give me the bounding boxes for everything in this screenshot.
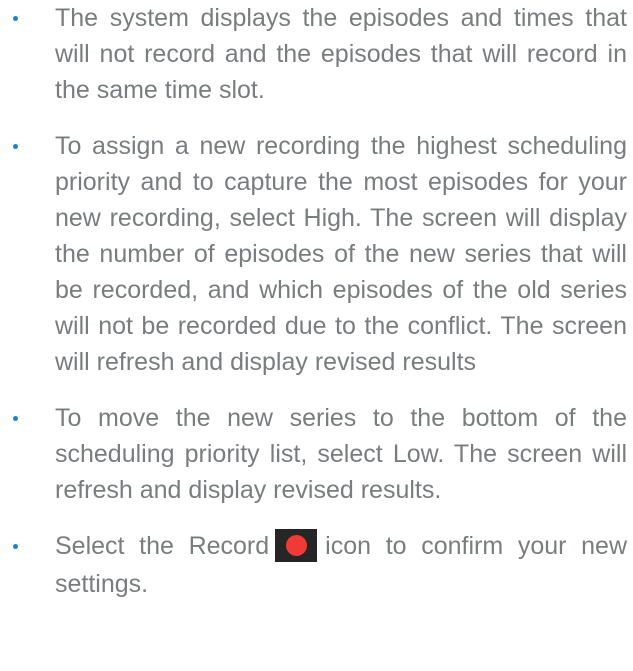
list-item-text: To move the new series to the bottom of … [55, 404, 627, 504]
instruction-list: The system displays the episodes and tim… [0, 0, 633, 602]
bullet-icon [13, 16, 18, 21]
bullet-icon [13, 416, 18, 421]
list-item: To assign a new recording the highest sc… [0, 128, 633, 380]
list-item: To move the new series to the bottom of … [0, 400, 633, 508]
record-icon [275, 528, 318, 562]
bullet-icon [13, 144, 18, 149]
list-item: The system displays the episodes and tim… [0, 0, 633, 108]
bullet-icon [13, 544, 18, 549]
list-item-text: The system displays the episodes and tim… [55, 4, 627, 104]
list-item-text-before-icon: Select the Record [55, 532, 270, 560]
list-item: Select the Record icon to confirm your ne… [0, 528, 633, 602]
list-item-text: To assign a new recording the highest sc… [55, 132, 627, 376]
